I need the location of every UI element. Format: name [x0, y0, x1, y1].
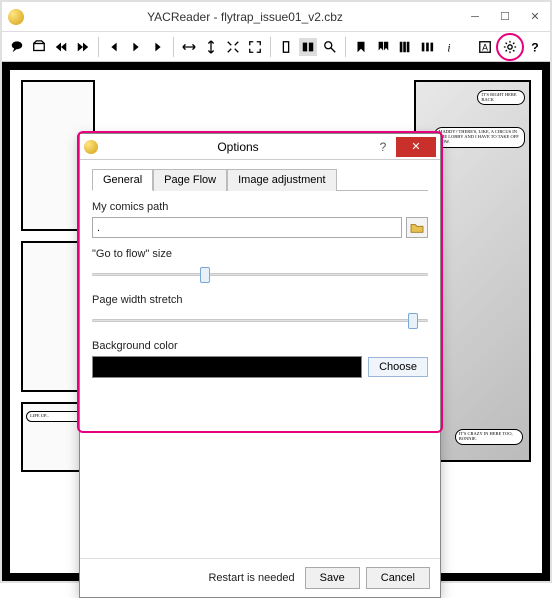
window-title: YACReader - flytrap_issue01_v2.cbz — [30, 10, 460, 24]
open-icon[interactable] — [30, 38, 48, 56]
tab-image-adjustment[interactable]: Image adjustment — [227, 169, 336, 191]
svg-text:A: A — [482, 42, 488, 52]
page-width-stretch-slider[interactable] — [92, 310, 428, 330]
fast-forward-icon[interactable] — [74, 38, 92, 56]
save-button[interactable]: Save — [305, 567, 360, 589]
background-color-swatch — [92, 356, 362, 378]
library-icon[interactable] — [396, 38, 414, 56]
help-icon[interactable]: ? — [526, 38, 544, 56]
double-page-icon[interactable] — [299, 38, 317, 56]
goto-flow-size-slider[interactable] — [92, 264, 428, 284]
comics-path-input[interactable] — [92, 217, 402, 238]
dialog-footer: Restart is needed Save Cancel — [80, 558, 440, 597]
prev-icon[interactable] — [105, 38, 123, 56]
rotate-icon[interactable] — [418, 38, 436, 56]
page-width-stretch-label: Page width stretch — [92, 294, 428, 306]
choose-color-button[interactable]: Choose — [368, 357, 428, 377]
dialog-title: Options — [104, 140, 372, 154]
speech-bubble: IT'S RIGHT HERE BACK — [477, 90, 524, 106]
dialog-tabs: General Page Flow Image adjustment — [92, 168, 428, 191]
app-icon — [8, 9, 24, 25]
folder-icon — [410, 222, 424, 234]
goto-flow-size-label: "Go to flow" size — [92, 248, 428, 260]
search-icon[interactable] — [321, 38, 339, 56]
browse-folder-button[interactable] — [406, 217, 428, 238]
info-icon[interactable]: i — [440, 38, 458, 56]
settings-highlight — [496, 33, 524, 61]
bookmark-icon[interactable] — [352, 38, 370, 56]
main-toolbar: i A ? — [2, 32, 550, 62]
speech-bubble: IT'S CRAZY IN HERE TOO, BONNIE. — [455, 429, 523, 445]
comics-path-label: My comics path — [92, 201, 428, 213]
speech-bubble: MADDY? THERE'S, LIKE, A CIRCUS IN THE LO… — [434, 127, 524, 148]
background-color-label: Background color — [92, 340, 428, 352]
fit-page-icon[interactable] — [224, 38, 242, 56]
options-dialog: Options ? ✕ General Page Flow Image adju… — [79, 133, 441, 598]
fullscreen-icon[interactable] — [246, 38, 264, 56]
reader-viewport[interactable]: LIFE UP... IT'S RIGHT HERE BACK MADDY? T… — [2, 62, 550, 581]
fit-height-icon[interactable] — [202, 38, 220, 56]
play-icon[interactable] — [127, 38, 145, 56]
cancel-button[interactable]: Cancel — [366, 567, 430, 589]
restart-needed-text: Restart is needed — [208, 572, 294, 584]
next-icon[interactable] — [149, 38, 167, 56]
text-mode-icon[interactable]: A — [476, 38, 494, 56]
svg-text:i: i — [447, 42, 450, 54]
speech-icon[interactable] — [8, 38, 26, 56]
close-button[interactable]: ✕ — [520, 6, 550, 28]
bookmarks-list-icon[interactable] — [374, 38, 392, 56]
rewind-icon[interactable] — [52, 38, 70, 56]
minimize-button[interactable]: ─ — [460, 6, 490, 28]
dialog-close-button[interactable]: ✕ — [396, 137, 436, 157]
tab-general[interactable]: General — [92, 169, 153, 191]
dialog-help-button[interactable]: ? — [372, 140, 394, 154]
fit-width-icon[interactable] — [180, 38, 198, 56]
window-titlebar: YACReader - flytrap_issue01_v2.cbz ─ ☐ ✕ — [2, 2, 550, 32]
dialog-app-icon — [84, 140, 98, 154]
dialog-titlebar[interactable]: Options ? ✕ — [80, 134, 440, 160]
tab-page-flow[interactable]: Page Flow — [153, 169, 227, 191]
maximize-button[interactable]: ☐ — [490, 6, 520, 28]
speech-bubble: LIFE UP... — [26, 411, 82, 422]
single-page-icon[interactable] — [277, 38, 295, 56]
svg-text:?: ? — [531, 40, 538, 54]
settings-icon[interactable] — [501, 38, 519, 56]
